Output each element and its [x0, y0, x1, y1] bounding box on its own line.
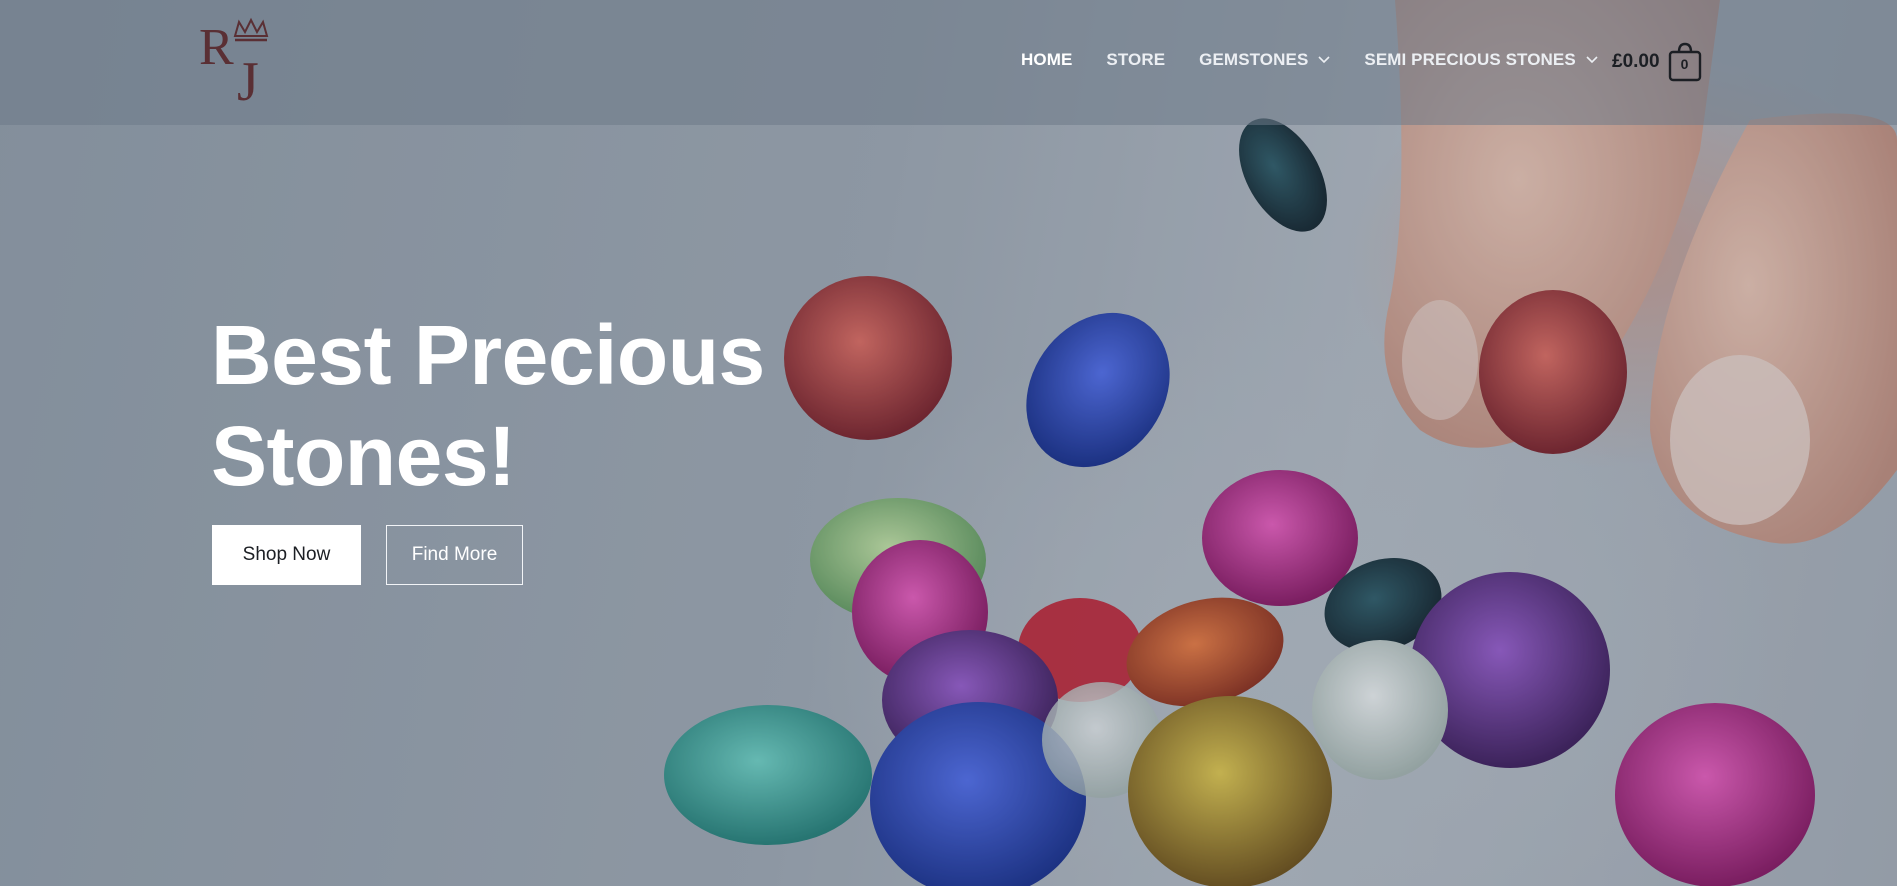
nav-label-home: HOME [1021, 50, 1073, 69]
cart-count: 0 [1680, 56, 1689, 72]
brand-logo[interactable]: R J [195, 12, 281, 110]
cart-button[interactable]: £0.00 0 [1612, 42, 1702, 82]
site-header: R J HOME STORE GEMSTONES SEMI PRECIOUS S… [0, 0, 1897, 125]
nav-label-gemstones: GEMSTONES [1199, 50, 1309, 69]
nav-item-store[interactable]: STORE [1106, 50, 1165, 70]
chevron-down-icon [1586, 56, 1598, 64]
cart-total: £0.00 [1612, 51, 1660, 72]
nav-item-home[interactable]: HOME [1021, 50, 1072, 70]
svg-text:R: R [199, 19, 234, 76]
shopping-bag-icon: 0 [1668, 42, 1702, 82]
main-nav: HOME STORE GEMSTONES SEMI PRECIOUS STONE… [1021, 50, 1632, 70]
hero-title-line1: Best Precious [211, 308, 765, 402]
svg-text:J: J [237, 51, 259, 110]
find-more-button[interactable]: Find More [386, 525, 523, 585]
nav-item-gemstones[interactable]: GEMSTONES [1199, 50, 1330, 70]
chevron-down-icon [1318, 56, 1330, 64]
hero-title: Best Precious Stones! [211, 305, 765, 507]
shop-now-button[interactable]: Shop Now [212, 525, 361, 585]
nav-item-semi-precious-stones[interactable]: SEMI PRECIOUS STONES [1364, 50, 1598, 70]
hero-title-line2: Stones! [211, 409, 516, 503]
nav-label-semi-precious-stones: SEMI PRECIOUS STONES [1364, 50, 1576, 69]
nav-label-store: STORE [1106, 50, 1166, 69]
